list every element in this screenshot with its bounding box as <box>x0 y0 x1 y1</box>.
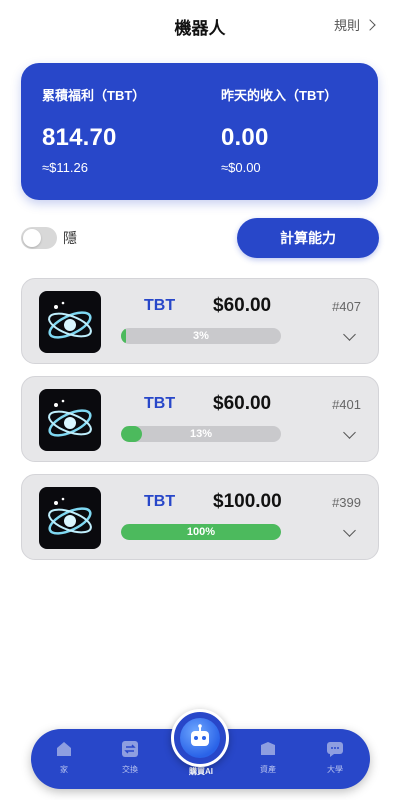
nav-item-home[interactable]: 家 <box>39 740 89 775</box>
toggle-knob <box>23 229 41 247</box>
chevron-down-icon[interactable] <box>343 426 356 439</box>
chevron-right-icon <box>364 19 376 31</box>
robot-token: TBT <box>144 493 176 510</box>
robot-token: TBT <box>144 297 176 314</box>
home-icon <box>57 742 71 756</box>
nav-label-home: 家 <box>60 765 68 774</box>
robot-id: #407 <box>332 299 361 314</box>
nav-label-buy-ai: 購買AI <box>189 767 213 776</box>
nav-label-assets: 資產 <box>260 765 276 774</box>
robot-id: #399 <box>332 495 361 510</box>
nav-item-buy-ai[interactable]: 購買AI <box>176 766 226 777</box>
header: 機器人 規則 <box>0 0 400 48</box>
nav-item-assets[interactable]: 資產 <box>243 740 293 775</box>
robot-progress-bar: 100% <box>121 524 281 540</box>
nav-item-exchange[interactable]: 交換 <box>105 740 155 775</box>
rules-link[interactable]: 規則 <box>333 15 376 34</box>
tbt-logo-icon <box>48 497 92 535</box>
robot-card[interactable]: TBT $100.00 #399 100% <box>21 474 379 560</box>
robot-card[interactable]: TBT $60.00 #407 3% <box>21 278 379 364</box>
earnings-summary-card: 累積福利（TBT） 814.70 ≈$11.26 昨天的收入（TBT） 0.00… <box>21 63 378 200</box>
hide-toggle[interactable] <box>21 227 57 249</box>
cumulative-section: 累積福利（TBT） 814.70 ≈$11.26 <box>42 85 145 175</box>
buy-ai-center-button[interactable] <box>171 709 229 767</box>
robot-thumbnail <box>39 291 101 353</box>
rules-label: 規則 <box>333 18 360 33</box>
yesterday-section: 昨天的收入（TBT） 0.00 ≈$0.00 <box>221 85 337 175</box>
cumulative-usd: ≈$11.26 <box>42 160 88 175</box>
progress-label: 13% <box>189 428 213 440</box>
yesterday-value: 0.00 <box>221 124 269 151</box>
robot-price: $60.00 <box>213 295 272 316</box>
hide-label: 隱 <box>63 230 77 246</box>
exchange-icon <box>122 741 138 757</box>
chat-icon <box>327 742 343 757</box>
progress-label: 100% <box>186 526 216 538</box>
nav-label-exchange: 交換 <box>122 765 138 774</box>
yesterday-usd: ≈$0.00 <box>221 160 261 175</box>
robot-token: TBT <box>144 395 176 412</box>
yesterday-label: 昨天的收入（TBT） <box>221 88 338 103</box>
nav-item-university[interactable]: 大學 <box>310 740 360 775</box>
robot-icon <box>191 724 209 746</box>
robot-thumbnail <box>39 487 101 549</box>
nav-label-university: 大學 <box>327 765 343 774</box>
progress-label: 3% <box>193 330 209 342</box>
hide-toggle-row: 隱 <box>21 227 77 249</box>
center-button-inner <box>180 718 220 758</box>
wallet-icon <box>261 742 275 755</box>
tbt-logo-icon <box>48 399 92 437</box>
robot-id: #401 <box>332 397 361 412</box>
chevron-down-icon[interactable] <box>343 328 356 341</box>
robot-progress-bar: 3% <box>121 328 281 344</box>
robot-price: $60.00 <box>213 393 272 414</box>
tbt-logo-icon <box>48 301 92 339</box>
cumulative-value: 814.70 <box>42 124 117 151</box>
robot-card[interactable]: TBT $60.00 #401 13% <box>21 376 379 462</box>
robot-price: $100.00 <box>213 491 282 512</box>
chevron-down-icon[interactable] <box>343 524 356 537</box>
robot-thumbnail <box>39 389 101 451</box>
compute-power-button[interactable]: 計算能力 <box>237 218 379 258</box>
robot-progress-bar: 13% <box>121 426 281 442</box>
cumulative-label: 累積福利（TBT） <box>42 88 146 103</box>
